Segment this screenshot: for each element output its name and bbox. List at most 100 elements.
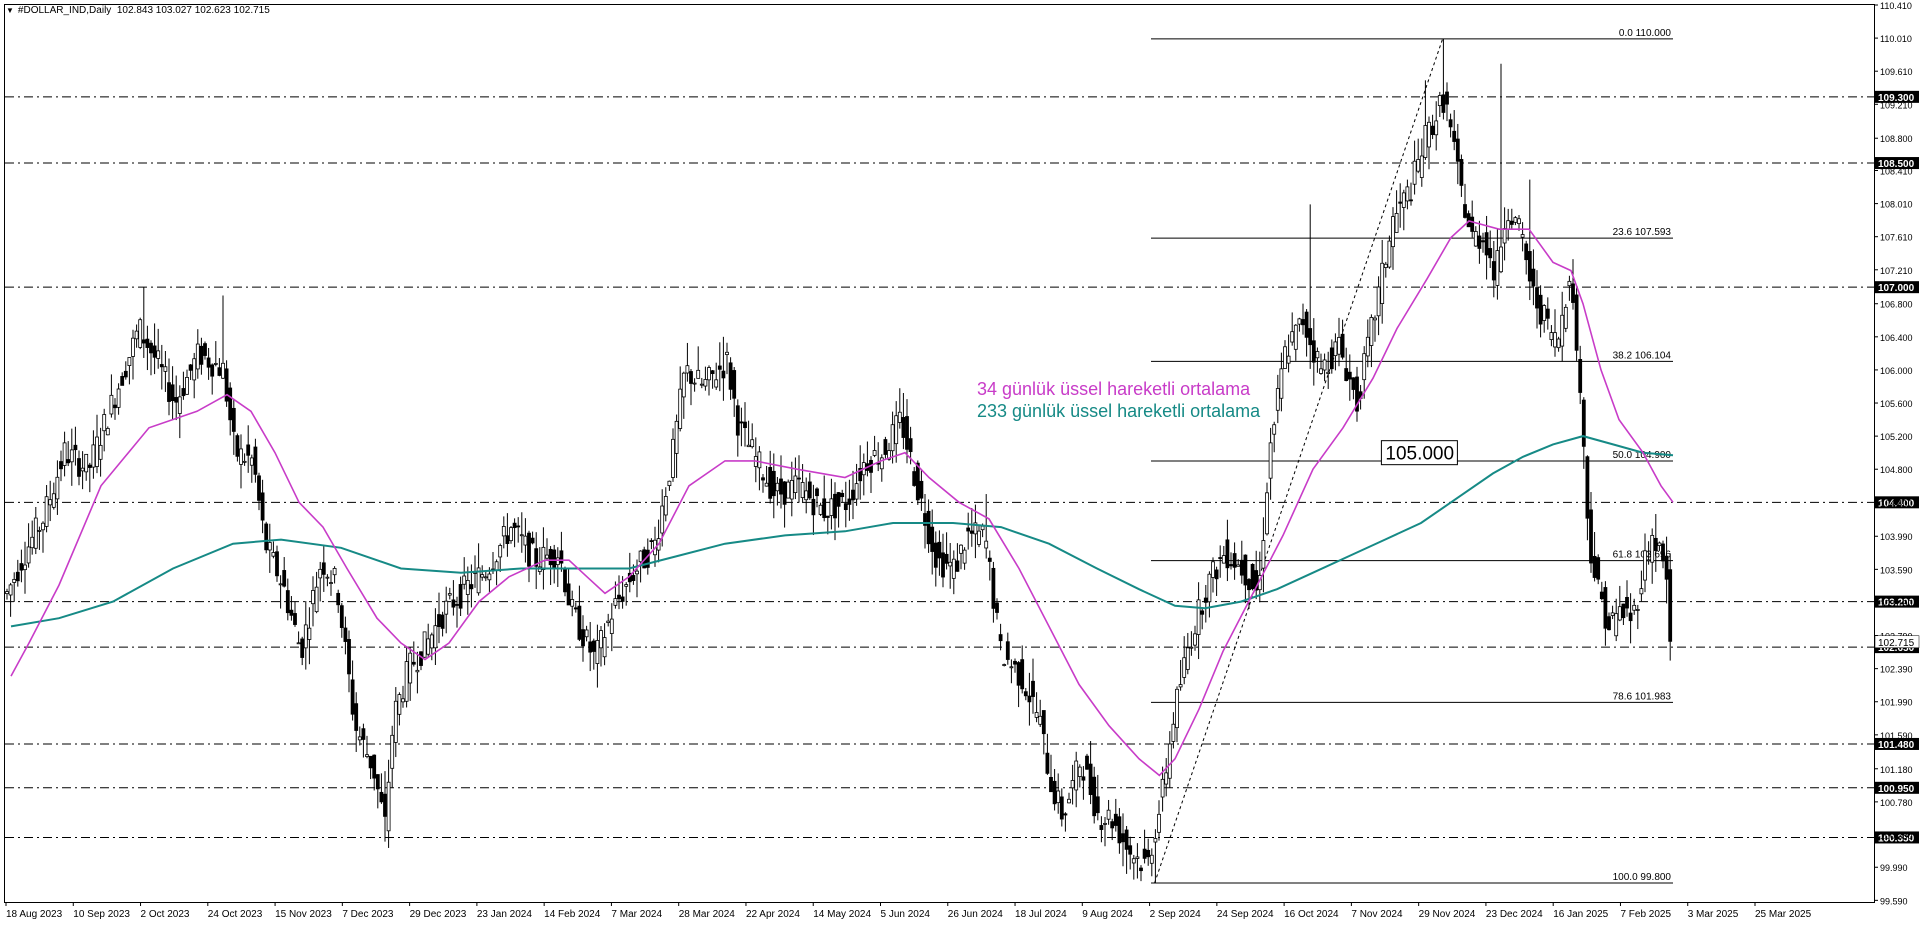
x-tick-label: 18 Aug 2023	[6, 909, 63, 920]
candle-body	[1614, 613, 1619, 637]
candle-body	[660, 505, 665, 534]
candle-body	[1362, 353, 1367, 381]
candle-body	[609, 618, 614, 634]
candle-body	[192, 358, 197, 381]
y-tick-label: 105.200	[1880, 432, 1913, 442]
candle-body	[242, 460, 247, 463]
candle-body	[1383, 263, 1388, 268]
candle-body	[275, 551, 279, 577]
candle-body	[339, 605, 344, 628]
candle-body	[1074, 760, 1079, 791]
candle-body	[1538, 294, 1543, 325]
candle-body	[170, 384, 175, 402]
x-tick-label: 3 Mar 2025	[1688, 909, 1739, 920]
candle-body	[239, 448, 243, 465]
candle-body	[368, 755, 373, 769]
y-tick-label: 109.210	[1880, 100, 1913, 110]
candle-body	[98, 444, 103, 460]
candle-body	[1128, 845, 1133, 855]
candle-body	[66, 459, 71, 464]
candle-body	[185, 376, 189, 395]
candle-body	[422, 631, 427, 658]
candle-body	[624, 584, 629, 587]
candle-body	[1347, 371, 1352, 380]
fib-label-0: 0.0 110.000	[1619, 28, 1672, 39]
candle-body	[948, 561, 953, 567]
x-tick-label: 15 Nov 2023	[275, 909, 332, 920]
candle-body	[1527, 251, 1532, 282]
candle-body	[145, 338, 150, 348]
candle-body	[1625, 596, 1629, 609]
candle-body	[1261, 540, 1266, 569]
candle-body	[1621, 603, 1626, 619]
y-tick-label: 110.410	[1880, 1, 1912, 11]
candle-body	[1445, 91, 1449, 105]
collapse-triangle-icon[interactable]: ▼	[6, 6, 14, 15]
candle-body	[1239, 559, 1244, 576]
candle-body	[1023, 691, 1028, 697]
y-tick-label: 99.590	[1880, 896, 1908, 906]
annotation-label: 105.000	[1385, 444, 1454, 465]
candle-body	[109, 394, 114, 415]
candle-body	[678, 388, 683, 429]
candle-body	[174, 397, 179, 403]
candle-body	[1452, 130, 1457, 142]
candle-body	[685, 365, 690, 374]
candle-body	[282, 570, 287, 587]
candle-body	[1365, 336, 1370, 357]
candle-body	[1668, 569, 1673, 642]
candle-body	[714, 379, 719, 388]
candle-body	[195, 343, 200, 370]
candle-body	[613, 598, 618, 606]
candle-body	[962, 549, 967, 564]
candle-body	[919, 480, 924, 499]
candle-body	[1279, 368, 1284, 399]
candle-body	[156, 350, 161, 359]
candle-body	[1337, 337, 1341, 355]
candle-body	[638, 550, 643, 563]
candle-body	[1567, 280, 1572, 287]
candle-body	[667, 480, 672, 487]
candle-body	[1175, 688, 1179, 729]
symbol-name: #DOLLAR_IND,Daily	[17, 5, 112, 16]
candle-body	[411, 661, 416, 665]
candle-body	[235, 435, 240, 457]
candle-body	[1225, 539, 1230, 569]
candle-body	[325, 576, 330, 579]
y-tick-label: 110.010	[1880, 34, 1912, 44]
candle-body	[1477, 235, 1482, 249]
candle-body	[1650, 535, 1655, 563]
candle-body	[1081, 776, 1086, 781]
candle-body	[1509, 220, 1514, 225]
candle-body	[357, 736, 362, 741]
candle-body	[530, 537, 535, 544]
y-tick-label: 107.610	[1880, 233, 1913, 243]
candle-body	[350, 679, 355, 715]
price-chart[interactable]: 0.0 110.00023.6 107.59338.2 106.10450.0 …	[0, 0, 1920, 927]
candle-body	[1340, 333, 1345, 358]
x-tick-label: 14 Feb 2024	[544, 909, 601, 920]
candle-body	[1275, 388, 1280, 411]
candle-body	[1369, 317, 1374, 346]
candle-body	[1592, 555, 1597, 578]
candle-body	[1308, 328, 1313, 346]
candle-body	[883, 439, 888, 455]
candle-body	[12, 578, 17, 583]
candle-body	[969, 530, 974, 534]
candle-body	[1455, 138, 1460, 162]
fib-label-6: 100.0 99.800	[1613, 872, 1672, 883]
candle-body	[1524, 243, 1529, 261]
candle-body	[451, 599, 456, 608]
candle-body	[1311, 340, 1316, 363]
chart-area[interactable]: 0.0 110.000 23.6 107.593 38.2 106.104 50.0 …	[0, 0, 1920, 927]
candle-body	[1189, 646, 1194, 649]
candle-body	[1610, 612, 1615, 616]
candle-body	[1293, 324, 1298, 350]
candle-body	[1106, 809, 1111, 820]
candle-body	[44, 496, 49, 527]
ema34-legend-label: 34 günlük üssel hareketli ortalama	[977, 379, 1251, 399]
candle-body	[1560, 314, 1565, 347]
candle-body	[1153, 838, 1158, 843]
candle-body	[941, 552, 945, 578]
candle-body	[228, 387, 233, 421]
